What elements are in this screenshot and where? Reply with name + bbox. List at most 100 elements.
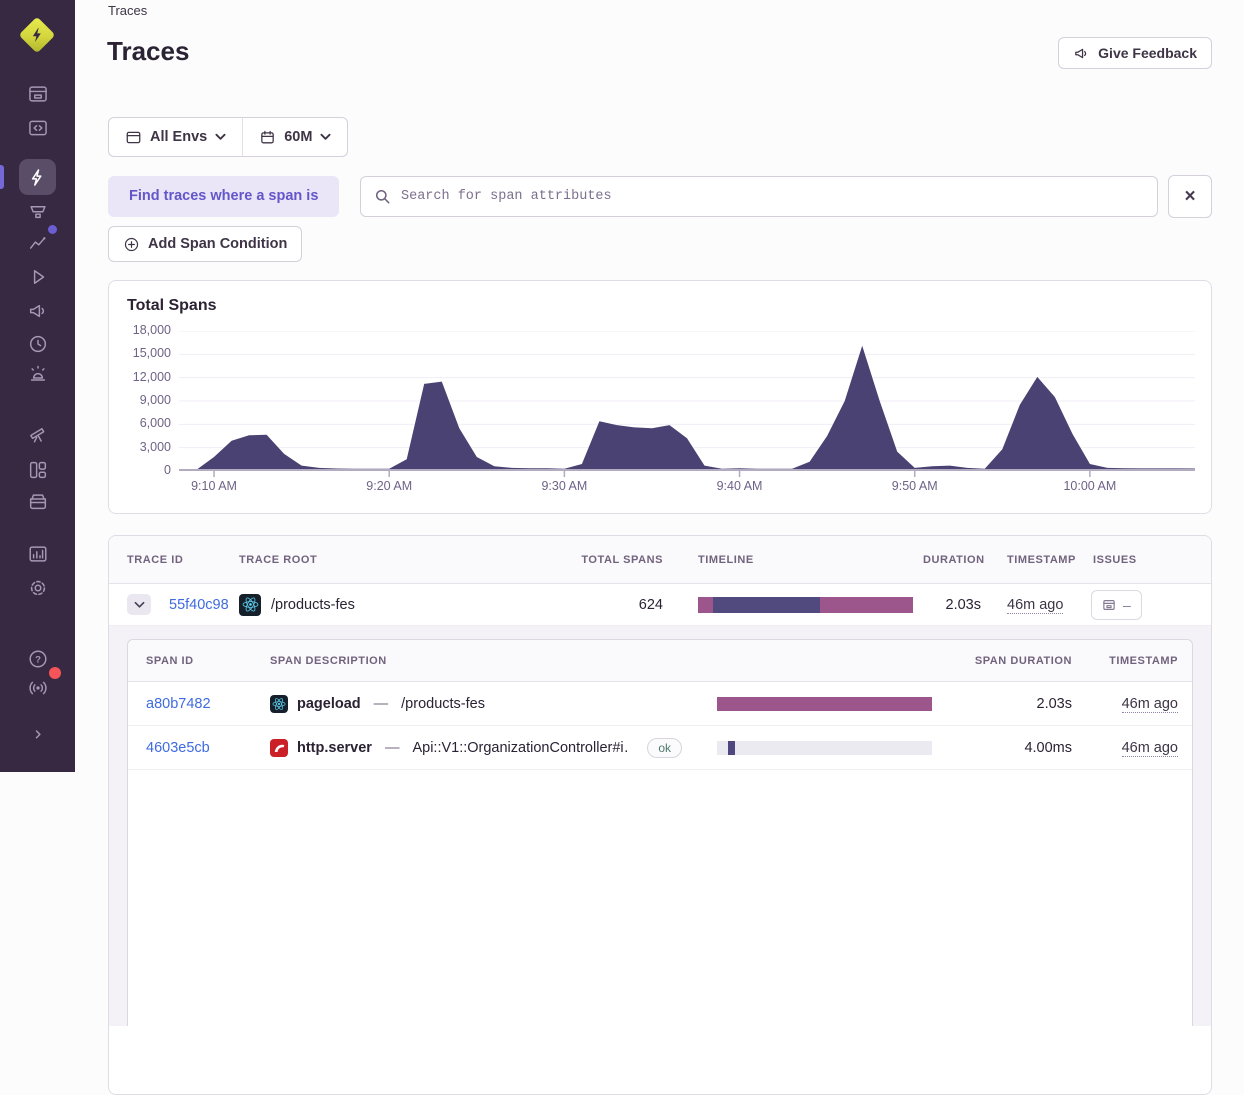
col-timeline: TIMELINE [663, 554, 923, 566]
circle-plus-icon [123, 236, 140, 253]
span-timeline-bar [717, 741, 932, 755]
line-chart-icon [27, 232, 49, 254]
span-timeline-bar [717, 697, 932, 711]
col-span-description: SPAN DESCRIPTION [270, 655, 682, 667]
expand-trace-button[interactable] [127, 594, 151, 615]
megaphone-icon [1073, 45, 1090, 62]
col-trace-root: TRACE ROOT [239, 554, 539, 566]
span-timestamp-link[interactable]: 46m ago [1122, 740, 1178, 757]
add-span-condition-button[interactable]: Add Span Condition [108, 226, 302, 262]
x-tick-label: 9:40 AM [717, 479, 763, 493]
rails-icon [270, 739, 288, 757]
telescope-icon [27, 423, 49, 445]
sidebar-item-discover[interactable] [19, 416, 56, 452]
chevron-down-icon [134, 601, 145, 609]
y-tick-label: 12,000 [133, 370, 171, 384]
chart-area-series [179, 346, 1195, 471]
environment-filter-button[interactable]: All Envs [109, 118, 242, 156]
clear-search-button[interactable]: × [1168, 175, 1212, 218]
sidebar-item-replays[interactable] [19, 259, 56, 295]
play-icon [27, 266, 49, 288]
trace-duration-value: 2.03s [923, 597, 981, 613]
col-issues: ISSUES [1091, 554, 1177, 566]
timeline-segment [698, 597, 713, 613]
span-search-input[interactable] [360, 176, 1158, 217]
issues-empty-value: – [1123, 597, 1131, 613]
react-icon [239, 594, 261, 616]
chevron-down-icon [215, 133, 226, 141]
chevron-down-icon [320, 133, 331, 141]
chart-plot-area [179, 331, 1195, 481]
trace-root-label: /products-fes [271, 597, 355, 613]
sidebar-item-metrics[interactable] [19, 225, 56, 261]
sentry-logo[interactable] [17, 15, 57, 55]
y-tick-label: 0 [164, 463, 171, 477]
span-op-label: pageload [297, 696, 361, 712]
span-id-link[interactable]: 4603e5cb [146, 740, 210, 756]
spans-table: SPAN ID SPAN DESCRIPTION SPAN DURATION T… [127, 639, 1193, 1026]
sidebar-item-settings[interactable] [19, 570, 56, 606]
y-tick-label: 15,000 [133, 346, 171, 360]
issues-icon [27, 83, 49, 105]
span-op-label: http.server [297, 740, 372, 756]
sidebar: ? [0, 0, 75, 772]
trace-timestamp-link[interactable]: 46m ago [1007, 597, 1063, 614]
sidebar-item-crons[interactable] [19, 355, 56, 391]
timeline-segment [713, 597, 821, 613]
sidebar-item-stats[interactable] [19, 536, 56, 572]
span-search [360, 176, 1158, 217]
timeline-segment [728, 741, 735, 755]
react-icon [270, 695, 288, 713]
col-trace-id: TRACE ID [109, 554, 239, 566]
trace-row: 55f40c98 /products-fes 624 2.03s 46m ago… [109, 584, 1211, 626]
y-tick-label: 18,000 [133, 323, 171, 337]
traces-table: TRACE ID TRACE ROOT TOTAL SPANS TIMELINE… [108, 535, 1212, 1095]
timeline-segment [820, 597, 913, 613]
timeline-segment [717, 697, 932, 711]
bar-chart-icon [27, 543, 49, 565]
col-span-duration: SPAN DURATION [942, 655, 1072, 667]
add-span-condition-label: Add Span Condition [148, 236, 287, 252]
span-id-link[interactable]: a80b7482 [146, 696, 211, 712]
span-description-label: /products-fes [401, 696, 485, 712]
sidebar-item-service-updates[interactable] [19, 670, 56, 706]
sidebar-item-projects[interactable] [19, 110, 56, 146]
give-feedback-button[interactable]: Give Feedback [1058, 37, 1212, 69]
chevron-right-icon [29, 725, 47, 743]
sidebar-item-feedback[interactable] [19, 293, 56, 329]
col-span-id: SPAN ID [128, 655, 270, 667]
issues-icon [1102, 598, 1116, 612]
col-timestamp: TIMESTAMP [981, 554, 1091, 566]
total-spans-area-chart [179, 331, 1195, 479]
x-tick-label: 9:50 AM [892, 479, 938, 493]
trace-id-link[interactable]: 55f40c98 [169, 597, 229, 613]
main-content: Traces Traces Give Feedback All Envs 60M… [75, 0, 1244, 772]
sidebar-collapse-toggle[interactable] [19, 716, 56, 752]
total-spans-value: 624 [539, 597, 663, 613]
span-row: a80b7482 pageload — /products-fes 2.03s … [128, 682, 1192, 726]
help-icon: ? [27, 648, 49, 670]
archive-box-icon [27, 490, 49, 512]
span-filter-prefix-label: Find traces where a span is [108, 176, 339, 217]
chart-title: Total Spans [127, 297, 217, 315]
span-status-badge: ok [647, 738, 682, 758]
code-project-icon [27, 117, 49, 139]
y-tick-label: 3,000 [140, 440, 171, 454]
x-tick-label: 9:20 AM [366, 479, 412, 493]
x-tick-label: 9:10 AM [191, 479, 237, 493]
breadcrumb[interactable]: Traces [108, 3, 147, 18]
time-range-filter-button[interactable]: 60M [243, 118, 347, 156]
y-tick-label: 9,000 [140, 393, 171, 407]
total-spans-card: Total Spans 03,0006,0009,00012,00015,000… [108, 280, 1212, 514]
search-icon [374, 188, 391, 205]
trace-issues-chip[interactable]: – [1091, 590, 1142, 620]
x-axis-labels: 9:10 AM9:20 AM9:30 AM9:40 AM9:50 AM10:00… [179, 479, 1195, 499]
sidebar-item-traces[interactable] [19, 159, 56, 195]
page-filter-bar: All Envs 60M [108, 117, 348, 157]
span-separator: — [385, 740, 400, 756]
profiling-icon [27, 201, 49, 223]
sidebar-item-stacks[interactable] [19, 483, 56, 519]
sidebar-item-issues[interactable] [19, 76, 56, 112]
y-axis-labels: 03,0006,0009,00012,00015,00018,000 [109, 331, 171, 471]
span-timestamp-link[interactable]: 46m ago [1122, 696, 1178, 713]
